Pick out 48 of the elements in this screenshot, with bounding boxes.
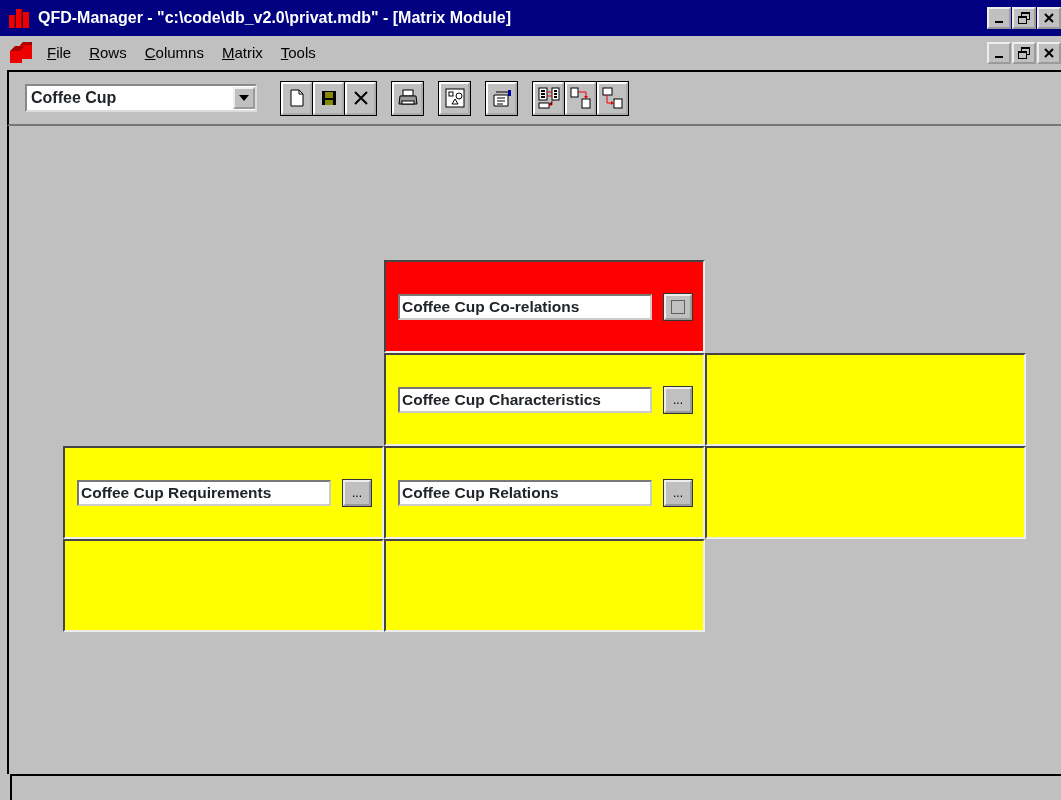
properties-button[interactable]: [486, 81, 517, 115]
restore-icon: [1018, 12, 1030, 24]
name-field[interactable]: Coffee Cup Characteristics: [398, 386, 652, 413]
print-button[interactable]: [392, 81, 423, 115]
boxes-arrow-icon: [601, 87, 624, 109]
close-icon: [1044, 48, 1054, 58]
browse-button[interactable]: ...: [664, 386, 692, 413]
shapes-icon: [444, 88, 465, 108]
row-link-button[interactable]: [565, 81, 596, 115]
browse-button[interactable]: ...: [343, 479, 371, 506]
save-button[interactable]: [313, 81, 344, 115]
name-field[interactable]: Coffee Cup Relations: [398, 479, 652, 506]
name-field[interactable]: Coffee Cup Co-relations: [398, 293, 652, 320]
menu-item[interactable]: Matrix: [212, 41, 272, 65]
menu-item[interactable]: Rows: [80, 41, 136, 65]
minimize-icon: [995, 21, 1003, 23]
delete-button[interactable]: [345, 81, 376, 115]
printer-icon: [397, 89, 418, 107]
app-logo-icon: [8, 7, 30, 29]
restore-button[interactable]: [1012, 42, 1036, 64]
dotted-square-icon: [670, 298, 686, 315]
close-button[interactable]: [1037, 42, 1061, 64]
minimize-icon: [995, 56, 1003, 58]
window-title: QFD-Manager - "c:\code\db_v2.0\privat.mdb" - [Matrix Module]: [38, 8, 511, 28]
menu-item[interactable]: Tools: [271, 41, 325, 65]
menu-item[interactable]: Columns: [135, 41, 213, 65]
close-button[interactable]: [1037, 7, 1061, 29]
app-logo-icon: [8, 41, 34, 65]
x-icon: [352, 90, 369, 106]
matrix-link-button[interactable]: [533, 81, 564, 115]
shapes-button[interactable]: [439, 81, 470, 115]
minimize-button[interactable]: [987, 42, 1011, 64]
linked-lists-icon: [537, 87, 560, 109]
minimize-button[interactable]: [987, 7, 1011, 29]
close-icon: [1044, 13, 1054, 23]
boxes-arrow-icon: [569, 87, 592, 109]
dotted-square-button[interactable]: [664, 293, 692, 320]
restore-button[interactable]: [1012, 7, 1036, 29]
form-icon: [491, 89, 512, 107]
column-link-button[interactable]: [597, 81, 628, 115]
matrix-select[interactable]: Coffee Cup: [25, 84, 257, 112]
menu-item[interactable]: File: [38, 41, 81, 65]
dropdown-arrow-icon: [239, 95, 249, 101]
browse-button[interactable]: ...: [664, 479, 692, 506]
name-field[interactable]: Coffee Cup Requirements: [77, 479, 331, 506]
new-button[interactable]: [281, 81, 312, 115]
restore-icon: [1018, 47, 1030, 59]
document-icon: [289, 89, 304, 107]
